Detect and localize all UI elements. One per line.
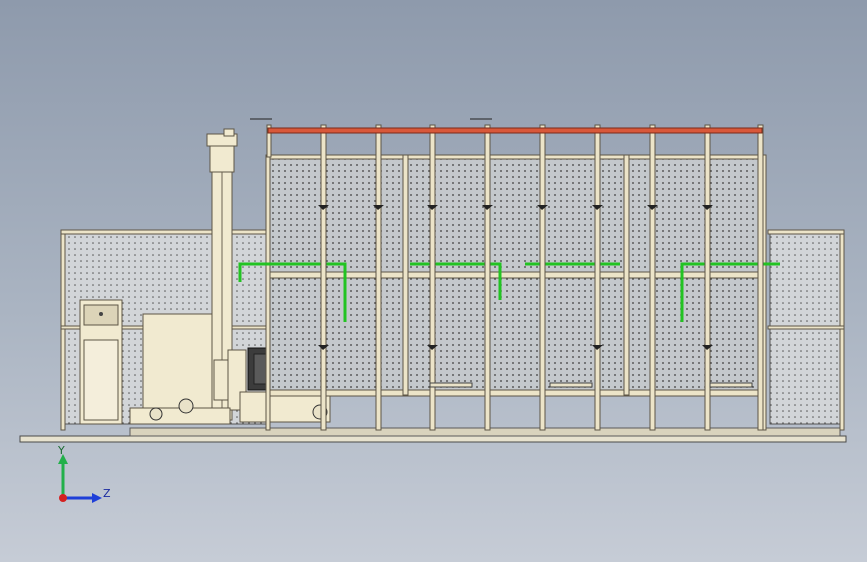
right-fence [767,229,845,431]
axis-label-y: Y [57,444,65,457]
assembly-drawing: Y Z [19,118,847,503]
base-plate [19,435,847,443]
coordinate-triad [58,454,102,503]
electrical-box [142,313,214,423]
upper-panels [269,157,765,275]
cad-viewport[interactable]: Y Z [0,0,867,562]
axis-label-z: Z [103,487,111,500]
top-rail [267,127,763,134]
control-cabinet [79,299,123,425]
